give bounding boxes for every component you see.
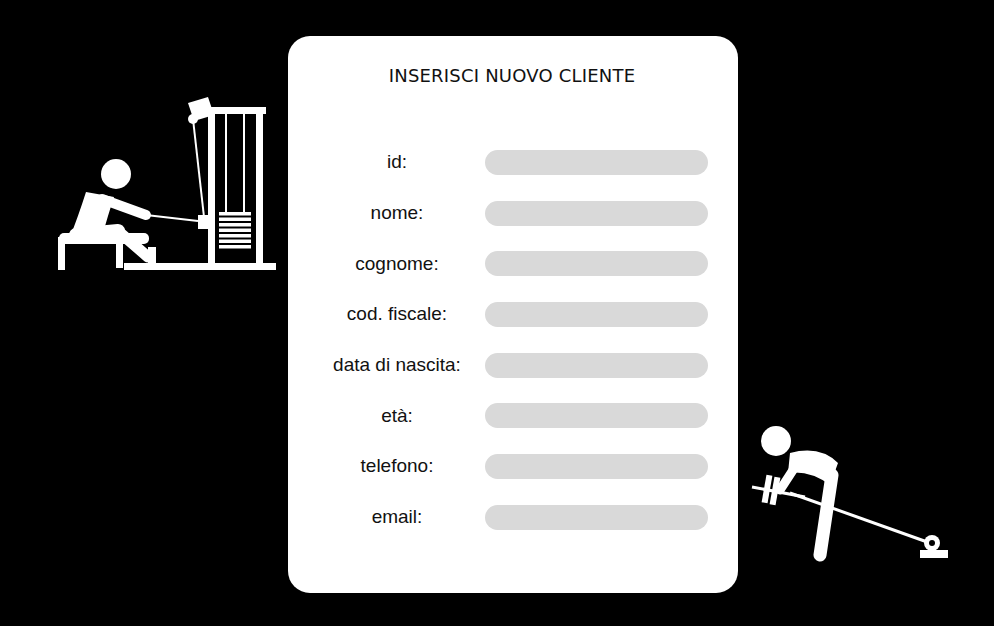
text-field[interactable] xyxy=(485,150,708,175)
field-label: email: xyxy=(316,506,478,528)
field-label: id: xyxy=(316,151,478,173)
field-label: età: xyxy=(316,405,478,427)
text-field[interactable] xyxy=(485,201,708,226)
seated-row-machine-icon xyxy=(56,97,278,272)
left-decoration xyxy=(0,36,288,272)
text-field[interactable] xyxy=(485,302,708,327)
field-label: cognome: xyxy=(316,253,478,275)
text-field[interactable] xyxy=(485,505,708,530)
page: INSERISCI NUOVO CLIENTE id: nome: cognome: c… xyxy=(0,0,994,626)
right-decoration xyxy=(738,36,994,562)
field-grid: id: nome: cognome: cod. fiscale: data di nas… xyxy=(316,137,708,543)
field-label: nome: xyxy=(316,202,478,224)
text-field[interactable] xyxy=(485,353,708,378)
new-client-card: INSERISCI NUOVO CLIENTE id: nome: cognome: c… xyxy=(288,36,738,593)
text-field[interactable] xyxy=(485,251,708,276)
field-label: data di nascita: xyxy=(316,354,478,376)
text-field[interactable] xyxy=(485,454,708,479)
text-field[interactable] xyxy=(485,403,708,428)
field-label: telefono: xyxy=(316,455,478,477)
form-title: INSERISCI NUOVO CLIENTE xyxy=(389,64,636,88)
bent-over-row-icon xyxy=(750,425,950,562)
field-label: cod. fiscale: xyxy=(316,303,478,325)
